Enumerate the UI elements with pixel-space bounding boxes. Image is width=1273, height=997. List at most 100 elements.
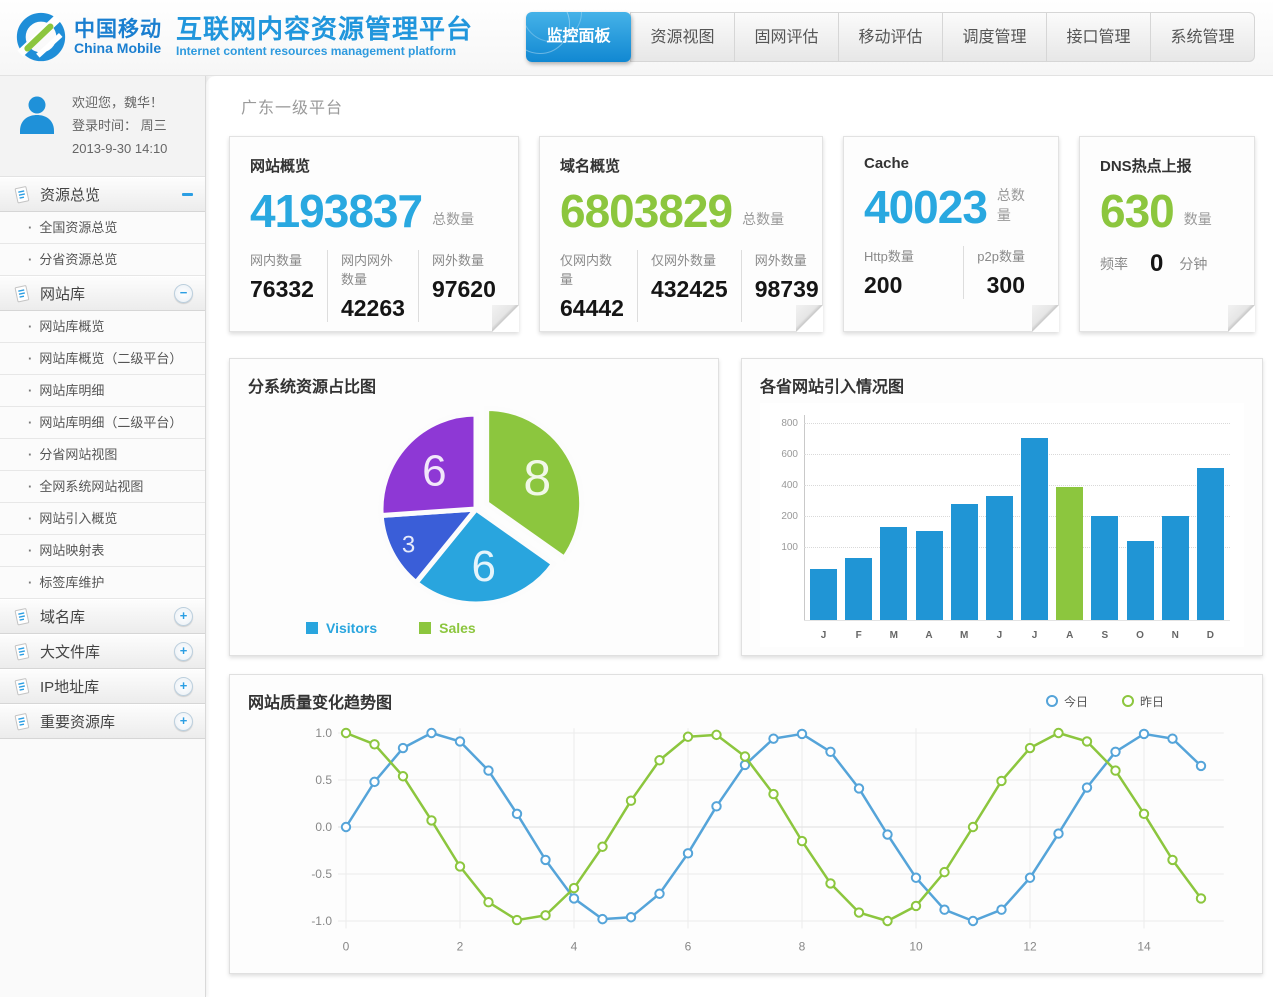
avatar <box>14 92 60 143</box>
sidebar-subitem[interactable]: 分省网站视图 <box>0 439 205 471</box>
brand-en: China Mobile <box>74 41 162 56</box>
card-total-value: 6803829 <box>560 188 732 234</box>
stat-cards-row: 网站概览4193837总数量网内数量76332网内网外数量42263网外数量97… <box>229 136 1273 332</box>
main-nav: 监控面板资源视图固网评估移动评估调度管理接口管理系统管理 <box>527 12 1255 62</box>
card-total-unit: 总数量 <box>997 185 1038 225</box>
svg-text:8: 8 <box>799 940 806 953</box>
sidebar-item-3[interactable]: 域名库+ <box>0 599 205 634</box>
stat-value: 432425 <box>651 276 728 303</box>
pie-chart: 8636 <box>248 397 700 626</box>
tab-6[interactable]: 接口管理 <box>1046 12 1151 62</box>
sidebar-item-5[interactable]: IP地址库+ <box>0 669 205 704</box>
legend-label: Sales <box>439 620 476 636</box>
sidebar-subitem[interactable]: 标签库维护 <box>0 567 205 599</box>
brand-cn: 中国移动 <box>74 19 162 41</box>
x-tick-label: F <box>845 630 872 641</box>
sidebar-item-6[interactable]: 重要资源库+ <box>0 704 205 739</box>
sidebar-item-4[interactable]: 大文件库+ <box>0 634 205 669</box>
x-tick-label: M <box>880 630 907 641</box>
x-tick-label: O <box>1127 630 1154 641</box>
page-curl-decoration <box>1032 305 1059 332</box>
card-title: 域名概览 <box>560 155 802 176</box>
pie-title: 分系统资源占比图 <box>248 373 700 397</box>
card-total-row: 630 数量 <box>1100 188 1234 234</box>
svg-text:0.5: 0.5 <box>315 773 332 787</box>
bar <box>1091 516 1118 620</box>
card-title: DNS热点上报 <box>1100 155 1234 176</box>
document-icon <box>12 642 32 662</box>
x-tick-labels: JFMAMJJASOND <box>810 630 1224 641</box>
y-tick-label: 800 <box>760 418 798 429</box>
card-total-unit: 数量 <box>1184 209 1212 229</box>
legend-label: 今日 <box>1064 693 1088 710</box>
card-stat: p2p数量300 <box>963 246 1038 299</box>
card-stat: 仅网内数量64442 <box>560 250 637 322</box>
sidebar-item-1[interactable]: 资源总览 <box>0 177 205 212</box>
card-total-unit: 总数量 <box>432 209 474 229</box>
expand-icon[interactable]: + <box>174 712 193 731</box>
expand-icon[interactable]: + <box>174 642 193 661</box>
sidebar-item-label: 大文件库 <box>40 641 174 662</box>
x-tick-label: J <box>1021 630 1048 641</box>
bar <box>1162 516 1189 620</box>
x-tick-label: D <box>1197 630 1224 641</box>
bar <box>951 504 978 620</box>
stat-label: Http数量 <box>864 246 914 265</box>
svg-text:6: 6 <box>685 940 692 953</box>
tab-7[interactable]: 系统管理 <box>1150 12 1255 62</box>
card-title: 网站概览 <box>250 155 498 176</box>
x-axis-line <box>804 620 1230 621</box>
svg-text:8: 8 <box>523 450 551 506</box>
line-legend-item[interactable]: 今日 <box>1046 693 1088 710</box>
pie-panel: 分系统资源占比图 8636 Visitors Sales <box>229 358 719 656</box>
sidebar-subitem[interactable]: 网站引入概览 <box>0 503 205 535</box>
tab-3[interactable]: 固网评估 <box>734 12 839 62</box>
tab-4[interactable]: 移动评估 <box>838 12 943 62</box>
user-info: 欢迎您，魏华！ 登录时间： 周三 2013-9-30 14:10 <box>0 76 205 177</box>
card-total-value: 4193837 <box>250 188 422 234</box>
sidebar-subitem[interactable]: 网站库概览 <box>0 311 205 343</box>
card-stat: 网内网外数量42263 <box>327 250 418 322</box>
sidebar-subitem[interactable]: 全网系统网站视图 <box>0 471 205 503</box>
svg-text:1.0: 1.0 <box>315 726 332 740</box>
frequency-unit: 分钟 <box>1179 254 1207 274</box>
sidebar-item-label: 资源总览 <box>40 184 182 205</box>
line-title: 网站质量变化趋势图 <box>248 689 392 713</box>
sidebar-subitem[interactable]: 网站库明细 <box>0 375 205 407</box>
bar <box>1056 487 1083 620</box>
x-tick-label: A <box>916 630 943 641</box>
collapse-icon[interactable]: − <box>174 284 193 303</box>
tab-5[interactable]: 调度管理 <box>942 12 1047 62</box>
tab-1[interactable]: 监控面板 <box>526 12 631 62</box>
document-icon <box>12 712 32 732</box>
line-legend-item[interactable]: 昨日 <box>1122 693 1164 710</box>
bar <box>1197 468 1224 620</box>
svg-text:0: 0 <box>343 940 350 953</box>
card-total-value: 630 <box>1100 188 1174 234</box>
frequency-value: 0 <box>1150 250 1163 278</box>
collapse-icon[interactable] <box>182 193 193 196</box>
x-tick-label: A <box>1056 630 1083 641</box>
sidebar-item-label: IP地址库 <box>40 676 174 697</box>
card-total-row: 6803829总数量 <box>560 188 802 234</box>
tab-2[interactable]: 资源视图 <box>630 12 735 62</box>
main-content: 广东一级平台 网站概览4193837总数量网内数量76332网内网外数量4226… <box>206 76 1273 997</box>
sidebar-subitem[interactable]: 网站库概览（二级平台） <box>0 343 205 375</box>
expand-icon[interactable]: + <box>174 607 193 626</box>
sidebar-subitem[interactable]: 分省资源总览 <box>0 244 205 276</box>
platform-subtitle: Internet content resources management pl… <box>176 45 473 59</box>
svg-text:2: 2 <box>457 940 464 953</box>
pie-legend-item[interactable]: Sales <box>419 620 476 636</box>
bar <box>916 531 943 620</box>
sidebar-subitem[interactable]: 全国资源总览 <box>0 212 205 244</box>
expand-icon[interactable]: + <box>174 677 193 696</box>
x-tick-label: J <box>810 630 837 641</box>
pie-legend-item[interactable]: Visitors <box>306 620 377 636</box>
sidebar-item-2[interactable]: 网站库− <box>0 276 205 311</box>
sidebar-subitem[interactable]: 网站库明细（二级平台） <box>0 407 205 439</box>
stat-card-3: Cache40023总数量Http数量200p2p数量300 <box>843 136 1059 332</box>
line-legend: 今日 昨日 <box>1012 693 1164 710</box>
sidebar-subitem[interactable]: 网站映射表 <box>0 535 205 567</box>
svg-text:-1.0: -1.0 <box>311 914 332 928</box>
stat-card-4: DNS热点上报630数量频率0分钟 <box>1079 136 1255 332</box>
